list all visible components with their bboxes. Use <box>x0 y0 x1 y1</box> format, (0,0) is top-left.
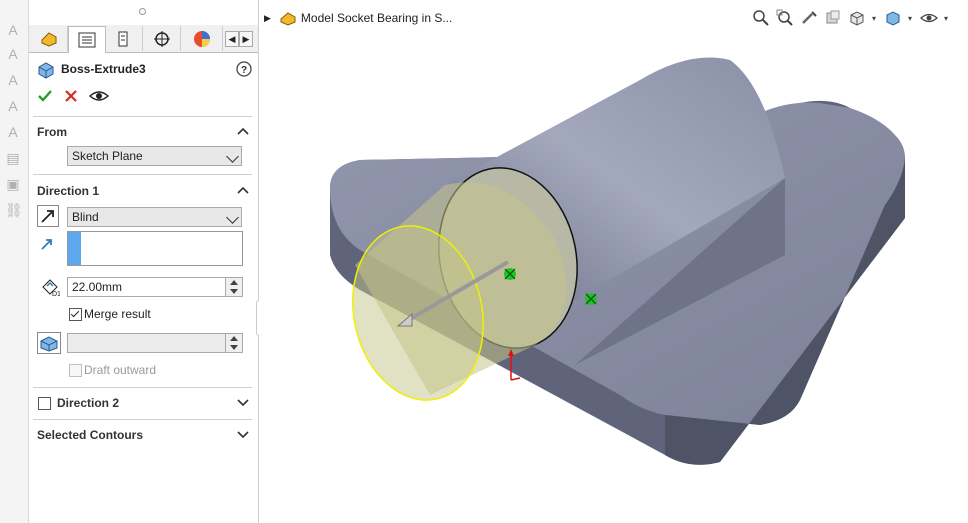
help-icon[interactable]: ? <box>236 61 252 77</box>
sketch-text-icon[interactable]: A <box>5 22 21 38</box>
sketch-text-icon-2[interactable]: A <box>5 46 21 62</box>
separator <box>33 419 252 420</box>
start-condition-value: Sketch Plane <box>72 149 143 163</box>
draft-toggle-button[interactable] <box>37 332 61 354</box>
display-manager-icon <box>194 30 210 47</box>
depth-input[interactable]: 22.00mm <box>67 277 243 297</box>
direction1-section-header[interactable]: Direction 1 <box>33 181 252 201</box>
direction2-checkbox[interactable] <box>38 397 51 410</box>
model-view[interactable] <box>259 0 968 523</box>
reverse-direction-button[interactable] <box>37 205 59 227</box>
draft-angle-spinner[interactable] <box>225 334 242 352</box>
feature-manager-icon <box>41 31 57 47</box>
tab-property-manager[interactable] <box>68 26 106 53</box>
drag-handle[interactable] <box>504 268 516 280</box>
cancel-close-icon[interactable] <box>64 89 78 103</box>
end-condition-value: Blind <box>72 210 99 224</box>
chevron-down-icon <box>226 150 239 163</box>
selection-box-active-indicator <box>68 232 81 265</box>
draft-icon <box>40 336 58 352</box>
start-condition-select[interactable]: Sketch Plane <box>67 146 242 166</box>
property-manager: ◀ ▶ Boss-Extrude3 ? From Sketch Plane Di… <box>29 0 259 523</box>
feature-title-row: Boss-Extrude3 ? <box>37 60 252 80</box>
draft-outward-label: Draft outward <box>84 363 157 377</box>
triad-axis-x <box>510 377 521 381</box>
direction2-section-header[interactable]: Direction 2 <box>33 393 252 413</box>
svg-text:?: ? <box>241 65 247 76</box>
from-header-label: From <box>37 125 67 139</box>
separator <box>33 174 252 175</box>
from-section-header[interactable]: From <box>33 122 252 142</box>
tab-feature-manager[interactable] <box>31 26 68 51</box>
depth-dimension-icon: D1 <box>42 279 60 297</box>
chevron-up-icon[interactable] <box>236 183 250 197</box>
manager-tabs: ◀ ▶ <box>29 25 258 53</box>
layer-icon[interactable]: ▤ <box>5 150 21 166</box>
tab-scroll-right-button[interactable]: ▶ <box>239 31 253 47</box>
link-icon[interactable]: ⛓ <box>5 202 23 218</box>
reverse-direction-icon <box>41 210 54 223</box>
command-strip: A A A A A ▤ ▣ ⛓ <box>0 0 29 523</box>
merge-result-checkbox[interactable] <box>69 308 82 321</box>
preview-eye-icon[interactable] <box>89 88 109 104</box>
chevron-up-icon[interactable] <box>236 124 250 138</box>
panel-grip[interactable] <box>139 8 146 15</box>
crosshair-icon <box>154 30 170 47</box>
selected-contours-section-header[interactable]: Selected Contours <box>33 425 252 445</box>
selected-contours-header-label: Selected Contours <box>37 428 144 442</box>
frame-icon[interactable]: ▣ <box>5 176 21 192</box>
chevron-down-icon <box>226 211 239 224</box>
separator <box>33 116 252 117</box>
depth-spinner[interactable] <box>225 278 242 296</box>
ok-check-icon[interactable] <box>37 88 53 104</box>
sketch-text-icon-5[interactable]: A <box>5 124 21 140</box>
depth-value: 22.00mm <box>72 280 123 294</box>
direction-vector-icon <box>41 239 52 250</box>
drag-handle[interactable] <box>585 293 597 305</box>
sketch-text-icon-3[interactable]: A <box>5 72 21 88</box>
feature-title: Boss-Extrude3 <box>61 62 146 76</box>
property-manager-icon <box>78 32 96 48</box>
merge-result-label: Merge result <box>84 307 151 321</box>
tab-scroll-left-button[interactable]: ◀ <box>225 31 239 47</box>
end-condition-select[interactable]: Blind <box>67 207 242 227</box>
tab-display-manager[interactable] <box>182 26 223 51</box>
configuration-manager-icon <box>118 31 128 46</box>
sketch-text-icon-4[interactable]: A <box>5 98 21 114</box>
draft-angle-input[interactable] <box>67 333 243 353</box>
chevron-down-icon[interactable] <box>236 395 250 409</box>
tab-dimxpert-manager[interactable] <box>144 26 181 51</box>
tab-configuration-manager[interactable] <box>106 26 143 51</box>
boss-extrude-icon <box>38 62 54 79</box>
chevron-down-icon[interactable] <box>236 427 250 441</box>
svg-text:D1: D1 <box>52 291 60 297</box>
direction1-header-label: Direction 1 <box>37 184 100 198</box>
direction-reference-selection-box[interactable] <box>67 231 243 266</box>
separator <box>33 387 252 388</box>
draft-outward-checkbox[interactable] <box>69 364 82 377</box>
